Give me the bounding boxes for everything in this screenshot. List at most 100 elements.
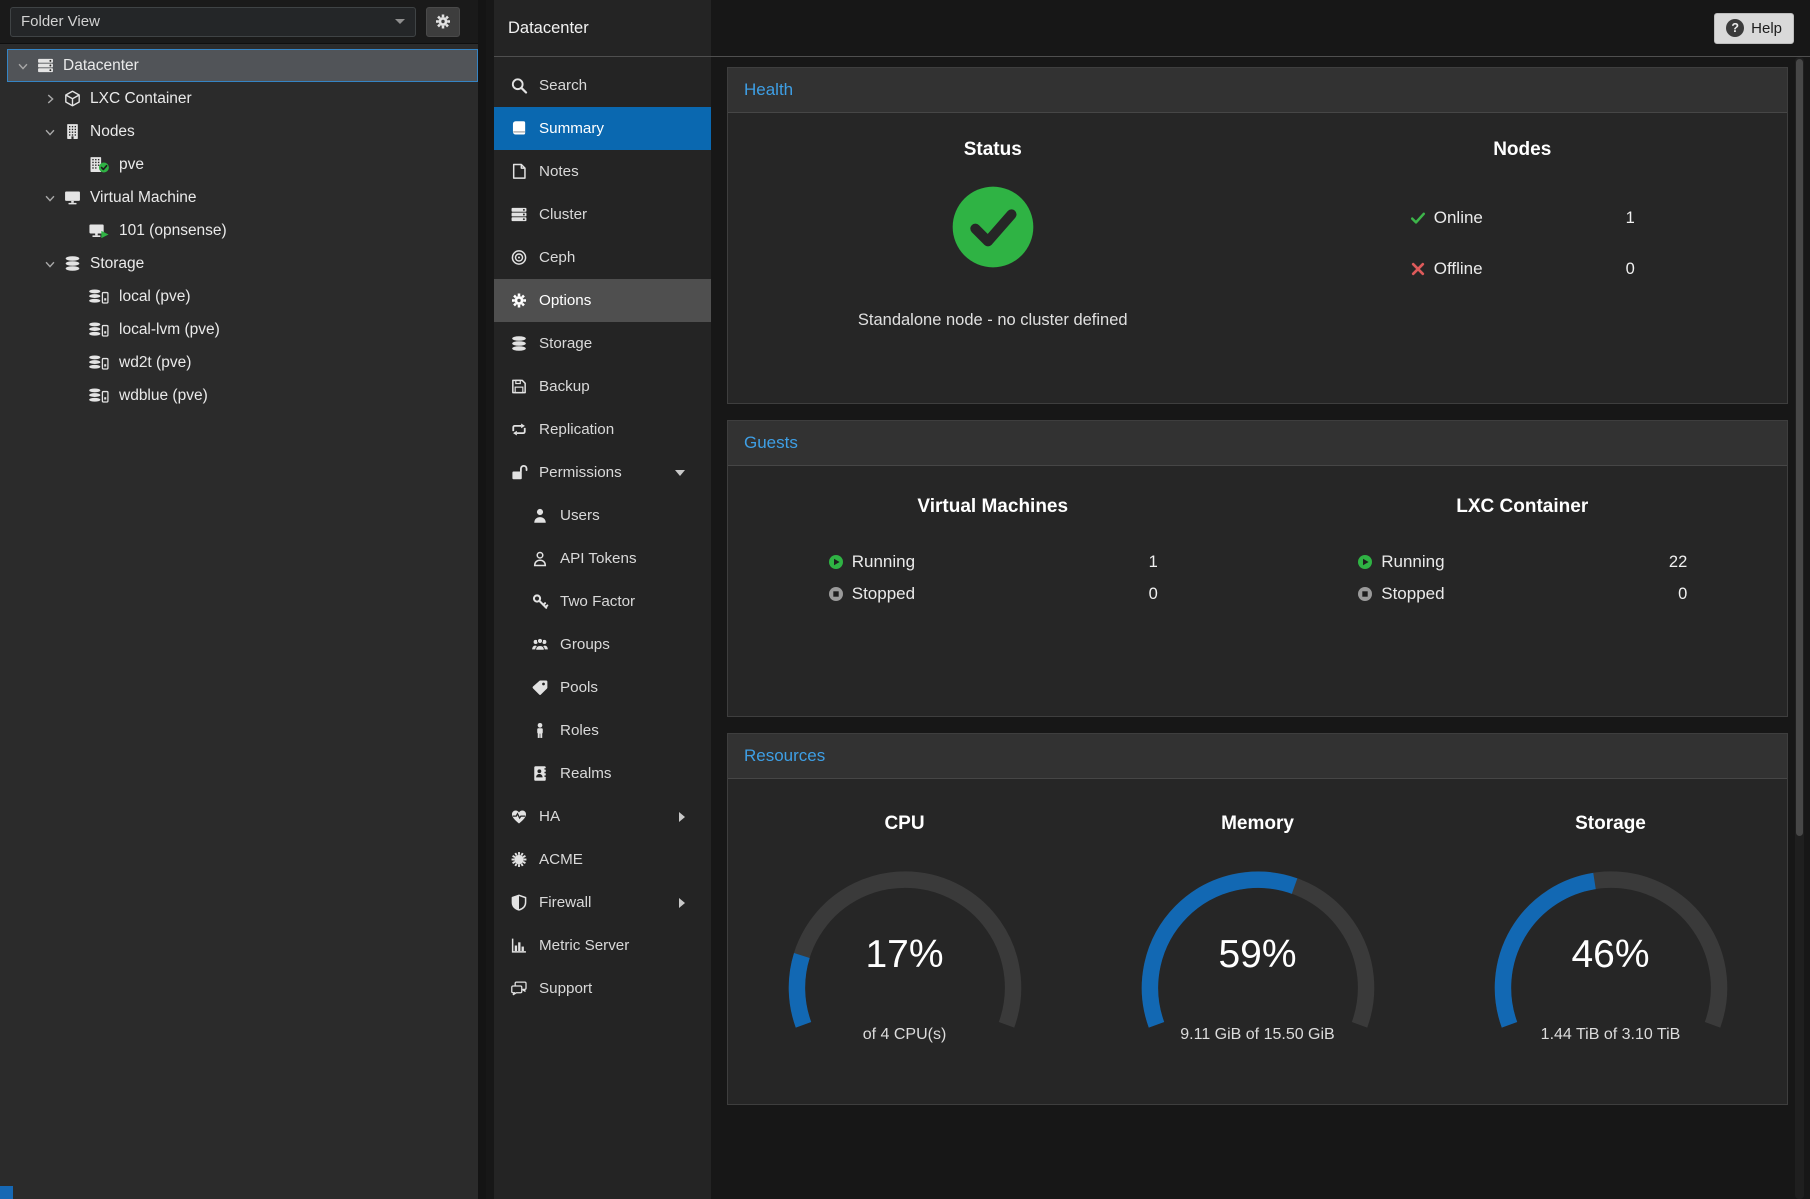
scrollbar-thumb[interactable] xyxy=(1796,59,1803,836)
menu-item-label: Pools xyxy=(560,679,598,696)
menu-item-cluster[interactable]: Cluster xyxy=(494,193,711,236)
tree-item-label: local (pve) xyxy=(119,288,191,306)
menu-item-pools[interactable]: Pools xyxy=(494,666,711,709)
chevron-down-icon xyxy=(395,19,405,24)
menu-item-firewall[interactable]: Firewall xyxy=(494,881,711,924)
menu-item-replication[interactable]: Replication xyxy=(494,408,711,451)
vm-running-count: 1 xyxy=(1149,553,1158,572)
help-button-label: Help xyxy=(1751,20,1782,37)
menu-item-metric-server[interactable]: Metric Server xyxy=(494,924,711,967)
menu-item-backup[interactable]: Backup xyxy=(494,365,711,408)
menu-item-realms[interactable]: Realms xyxy=(494,752,711,795)
menu-item-support[interactable]: Support xyxy=(494,967,711,1010)
resource-tree-panel: Folder View Datacenter LXC Container Nod… xyxy=(0,0,486,1199)
menu-item-ha[interactable]: HA xyxy=(494,795,711,838)
ceph-icon xyxy=(510,249,528,266)
resources-panel-body: CPU 17% of 4 CPU(s) Memory 59% 9 xyxy=(728,779,1787,1104)
stop-circle-icon xyxy=(828,586,844,602)
storage-icon xyxy=(87,321,111,338)
tree-item-label: local-lvm (pve) xyxy=(119,321,220,339)
lxc-heading: LXC Container xyxy=(1456,496,1588,518)
help-button[interactable]: ? Help xyxy=(1714,13,1794,44)
building-icon xyxy=(63,123,82,140)
chat-icon xyxy=(510,980,528,997)
menu-item-notes[interactable]: Notes xyxy=(494,150,711,193)
x-icon xyxy=(1410,261,1426,277)
status-heading: Status xyxy=(964,139,1022,161)
chevron-down-icon[interactable] xyxy=(43,191,63,205)
tree-item-local-lvm[interactable]: local-lvm (pve) xyxy=(0,313,478,346)
menu-item-two-factor[interactable]: Two Factor xyxy=(494,580,711,623)
node-online-row: Online 1 xyxy=(1410,201,1635,235)
tree-item-101-opnsense[interactable]: 101 (opnsense) xyxy=(0,214,478,247)
menu-item-users[interactable]: Users xyxy=(494,494,711,537)
tree-item-label: wd2t (pve) xyxy=(119,354,191,372)
menu-item-groups[interactable]: Groups xyxy=(494,623,711,666)
vm-rows: Running 1 Stopped 0 xyxy=(828,546,1158,610)
guests-panel-title: Guests xyxy=(728,421,1787,466)
menu-item-permissions[interactable]: Permissions xyxy=(494,451,711,494)
check-icon xyxy=(1410,210,1426,226)
menu-item-label: Groups xyxy=(560,636,610,653)
stopped-label: Stopped xyxy=(1381,584,1444,604)
tree-item-label: wdblue (pve) xyxy=(119,387,208,405)
tree-item-wd2t[interactable]: wd2t (pve) xyxy=(0,346,478,379)
view-mode-select[interactable]: Folder View xyxy=(10,7,416,37)
menu-item-label: Support xyxy=(539,980,592,997)
menu-item-summary[interactable]: Summary xyxy=(494,107,711,150)
tree-item-label: Virtual Machine xyxy=(90,189,197,207)
tree-item-wdblue[interactable]: wdblue (pve) xyxy=(0,379,478,412)
vm-heading: Virtual Machines xyxy=(917,496,1068,518)
tag-icon xyxy=(531,679,549,696)
splitter-handle[interactable] xyxy=(0,1186,13,1199)
bar-chart-icon xyxy=(510,937,528,954)
menu-item-label: Roles xyxy=(560,722,599,739)
lxc-running-count: 22 xyxy=(1669,553,1687,572)
menu-item-api-tokens[interactable]: API Tokens xyxy=(494,537,711,580)
chevron-right-icon xyxy=(679,812,685,822)
users-group-icon xyxy=(531,636,549,653)
vm-running-icon xyxy=(87,222,111,239)
storage-heading: Storage xyxy=(1575,813,1646,835)
chevron-down-icon xyxy=(675,470,685,476)
menu-item-label: Notes xyxy=(539,163,579,180)
menu-item-ceph[interactable]: Ceph xyxy=(494,236,711,279)
running-label: Running xyxy=(1381,552,1444,572)
datacenter-nav-panel: Datacenter Search Summary Notes Cluster … xyxy=(494,0,711,1199)
user-icon xyxy=(531,507,549,524)
vertical-scrollbar[interactable] xyxy=(1795,57,1804,1199)
menu-item-storage[interactable]: Storage xyxy=(494,322,711,365)
tree-item-nodes[interactable]: Nodes xyxy=(0,115,478,148)
gear-icon xyxy=(510,292,528,309)
tree-item-virtual-machine[interactable]: Virtual Machine xyxy=(0,181,478,214)
chevron-down-icon[interactable] xyxy=(16,59,36,73)
menu-item-label: Realms xyxy=(560,765,611,782)
tree-settings-button[interactable] xyxy=(426,7,460,37)
lxc-running-row: Running 22 xyxy=(1357,546,1687,578)
online-count: 1 xyxy=(1626,209,1635,228)
memory-percent: 59% xyxy=(1113,933,1403,977)
menu-item-search[interactable]: Search xyxy=(494,64,711,107)
tree-item-storage[interactable]: Storage xyxy=(0,247,478,280)
menu-item-roles[interactable]: Roles xyxy=(494,709,711,752)
tree-item-local[interactable]: local (pve) xyxy=(0,280,478,313)
chevron-down-icon[interactable] xyxy=(43,257,63,271)
lxc-stopped-row: Stopped 0 xyxy=(1357,578,1687,610)
user-outline-icon xyxy=(531,550,549,567)
menu-item-label: Metric Server xyxy=(539,937,629,954)
book-icon xyxy=(510,120,528,137)
replication-arrows-icon xyxy=(510,421,528,438)
tree-item-datacenter[interactable]: Datacenter xyxy=(7,49,478,82)
node-online-icon xyxy=(87,156,111,173)
menu-item-options[interactable]: Options xyxy=(494,279,711,322)
tree-item-lxc-container[interactable]: LXC Container xyxy=(0,82,478,115)
online-label: Online xyxy=(1434,208,1483,228)
chevron-down-icon[interactable] xyxy=(43,125,63,139)
chevron-right-icon[interactable] xyxy=(43,92,63,106)
menu-item-acme[interactable]: ACME xyxy=(494,838,711,881)
cpu-heading: CPU xyxy=(884,813,924,835)
tree-item-pve[interactable]: pve xyxy=(0,148,478,181)
note-icon xyxy=(510,163,528,180)
storage-gauge: Storage 46% 1.44 TiB of 3.10 TiB xyxy=(1434,813,1787,1044)
server-stack-icon xyxy=(36,57,55,74)
